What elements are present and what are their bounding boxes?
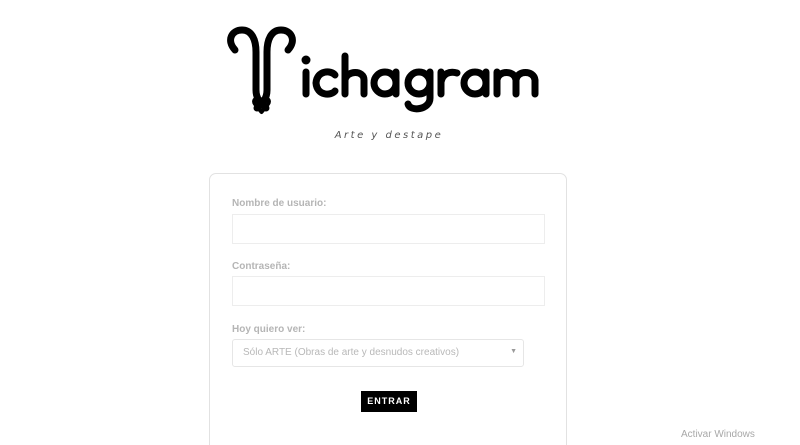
login-form-card: Nombre de usuario: Contraseña: Hoy quier… [209,173,567,445]
password-label: Contraseña: [232,261,291,272]
username-label: Nombre de usuario: [232,198,327,209]
vichagram-logo [226,22,552,122]
view-preference-selected-value: Sólo ARTE (Obras de arte y desnudos crea… [243,347,460,358]
password-input[interactable] [232,276,545,306]
tagline: Arte y destape [334,130,444,141]
view-preference-label: Hoy quiero ver: [232,324,306,335]
login-page: Arte y destape Nombre de usuario: Contra… [0,0,800,445]
chevron-down-icon: ▼ [510,348,517,355]
view-preference-select[interactable]: Sólo ARTE (Obras de arte y desnudos crea… [232,339,524,367]
activate-windows-watermark: Activar Windows [681,429,755,440]
username-input[interactable] [232,214,545,244]
enter-button[interactable]: ENTRAR [361,391,417,412]
